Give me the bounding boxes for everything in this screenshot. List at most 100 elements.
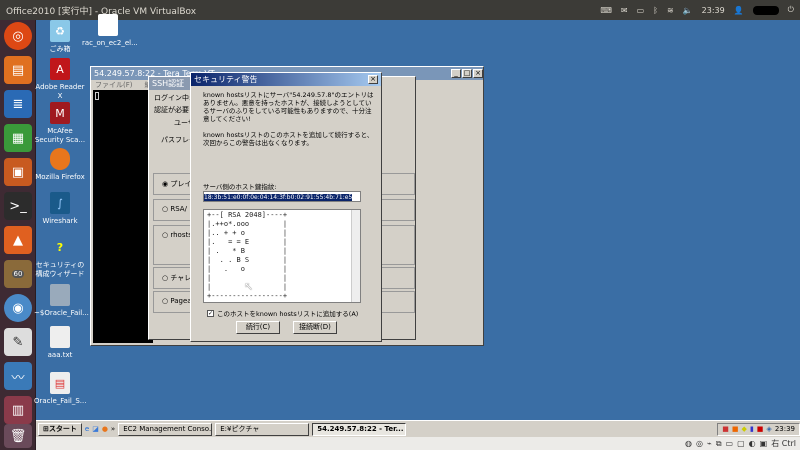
shield-icon[interactable]: ◆ xyxy=(742,425,747,433)
tray-icon[interactable]: ■ xyxy=(732,425,739,433)
wifi-icon[interactable]: ≋ xyxy=(667,6,674,15)
icon-label: Oracle_Fail_S... xyxy=(34,397,87,405)
scrollbar[interactable] xyxy=(351,210,360,302)
icon-label: McAfee Security Sca... xyxy=(34,127,86,144)
icon-label: ~$Oracle_Fail... xyxy=(34,309,89,317)
option-label: チャレ xyxy=(170,274,192,282)
ssh-auth-titlebar[interactable]: SSH認証 xyxy=(149,77,193,90)
virtualbox-icon[interactable]: ▥ xyxy=(4,396,32,424)
fingerprint-field[interactable]: 18:3b:51:e0:0f:0e:04:14:3f:b0:02:91:55:4… xyxy=(203,191,361,202)
desktop-icon-wireshark[interactable]: ∫ Wireshark xyxy=(34,192,86,226)
terminal-icon[interactable]: >_ xyxy=(4,192,32,220)
mouse-integration-icon[interactable]: ◐ xyxy=(749,439,756,448)
security-wizard-icon: ? xyxy=(56,240,64,254)
writer-icon[interactable]: ≣ xyxy=(4,90,32,118)
text-editor-icon[interactable]: ✎ xyxy=(4,328,32,356)
shared-folder-icon[interactable]: ▭ xyxy=(726,439,734,448)
option-label: rhosts xyxy=(170,231,192,239)
mouse-cursor-icon: ↖ xyxy=(244,280,254,293)
login-label: ログイン中: xyxy=(154,94,192,102)
disconnect-button[interactable]: 接続断(D) xyxy=(293,321,337,334)
close-button[interactable]: × xyxy=(368,75,378,84)
desktop-icon-oracle-temp[interactable]: ~$Oracle_Fail... xyxy=(34,284,89,318)
security-warning-dialog: セキュリティ警告 × known hostsリストにサーバ"54.249.57.… xyxy=(190,72,382,342)
adobe-icon[interactable]: ■ xyxy=(757,425,764,433)
continue-button[interactable]: 続行(C) xyxy=(236,321,280,334)
auth-required-label: 認証が必要 xyxy=(154,106,189,114)
keyboard-icon[interactable]: ⌨ xyxy=(600,6,612,15)
close-button[interactable]: × xyxy=(473,69,483,78)
taskbar-item-label: E:¥ピクチャ xyxy=(220,425,260,433)
software-center-icon[interactable]: ▲ xyxy=(4,226,32,254)
cursor xyxy=(95,92,99,100)
start-button[interactable]: ⊞ スタート xyxy=(38,422,82,436)
battery-icon[interactable]: ▮ xyxy=(750,425,754,433)
document-icon xyxy=(98,14,118,36)
add-known-hosts-checkbox[interactable]: ✓ このホストをknown hostsリストに追加する(A) xyxy=(207,308,358,318)
redacted-username xyxy=(752,5,779,15)
calc-icon[interactable]: ▦ xyxy=(4,124,32,152)
taskbar-item-teraterm[interactable]: 54.249.57.8:22 - Ter... xyxy=(312,422,407,436)
icon-label: rac_on_ec2_el... xyxy=(82,39,138,47)
taskbar-item-ec2[interactable]: EC2 Management Conso... xyxy=(118,422,213,436)
checkbox-icon[interactable]: ✓ xyxy=(207,309,214,317)
maximize-button[interactable]: □ xyxy=(462,69,472,78)
terminal-area[interactable] xyxy=(93,90,153,343)
host-key-label: 右 Ctrl xyxy=(771,439,796,448)
update-manager-icon[interactable]: 60 xyxy=(4,260,32,288)
cd-icon[interactable]: ◎ xyxy=(696,439,703,448)
desktop-icon-firefox[interactable]: Mozilla Firefox xyxy=(34,148,86,182)
option-label: プレイ xyxy=(170,180,192,188)
ssh-auth-title: SSH認証 xyxy=(152,79,185,88)
menu-file[interactable]: ファイル(F) xyxy=(95,80,133,90)
tray-icon[interactable]: ■ xyxy=(722,425,729,433)
more-icon[interactable]: » xyxy=(111,425,115,433)
taskbar-item-pictures[interactable]: E:¥ピクチャ xyxy=(215,422,310,436)
desktop-icon-adobe[interactable]: A Adobe Reader X xyxy=(34,58,86,101)
minimize-button[interactable]: _ xyxy=(451,69,461,78)
desktop-icon-security-wizard[interactable]: ? セキュリティの構成ウィザード xyxy=(34,236,86,279)
desktop-icon-aaa-txt[interactable]: aaa.txt xyxy=(34,326,86,360)
fingerprint-value: 18:3b:51:e0:0f:0e:04:14:3f:b0:02:91:55:4… xyxy=(204,194,353,201)
recycle-bin-icon: ♻ xyxy=(50,20,70,42)
ubuntu-launcher: ◎ ▤ ≣ ▦ ▣ >_ ▲ 60 ◉ ✎ 〰 ▥ 🗑 xyxy=(0,20,36,450)
network-icon[interactable]: ◈ xyxy=(766,425,771,433)
clock[interactable]: 23:39 xyxy=(702,6,725,15)
power-icon[interactable]: ⏻ xyxy=(788,5,794,15)
desktop-icon-rac-doc[interactable]: rac_on_ec2_el... xyxy=(82,14,138,48)
icon-label: aaa.txt xyxy=(47,351,73,359)
text-file-icon xyxy=(50,326,70,348)
document-icon: ▤ xyxy=(50,372,70,394)
network-icon[interactable]: ⧉ xyxy=(716,439,722,449)
volume-icon[interactable]: 🔈 xyxy=(683,6,693,15)
outlook-icon[interactable]: ◪ xyxy=(92,425,99,433)
option-label: Pagea xyxy=(170,297,192,305)
ubuntu-dash-icon[interactable]: ◎ xyxy=(4,22,32,50)
desktop-icon-oracle-fail[interactable]: ▤ Oracle_Fail_S... xyxy=(34,372,86,406)
hdd-icon[interactable]: ◍ xyxy=(685,439,692,448)
impress-icon[interactable]: ▣ xyxy=(4,158,32,186)
icon-label: Mozilla Firefox xyxy=(35,173,85,181)
security-warning-titlebar[interactable]: セキュリティ警告 × xyxy=(191,73,381,86)
display-icon[interactable]: ▢ xyxy=(737,439,745,448)
capture-icon[interactable]: ▣ xyxy=(760,439,768,448)
taskbar-clock[interactable]: 23:39 xyxy=(775,425,795,433)
battery-icon[interactable]: ▭ xyxy=(637,6,645,15)
desktop-icon-recycle-bin[interactable]: ♻ ごみ箱 xyxy=(34,20,86,54)
user-icon[interactable]: 👤 xyxy=(734,6,744,15)
checkbox-label: このホストをknown hostsリストに追加する(A) xyxy=(217,310,359,318)
option-label: RSA/ xyxy=(170,205,187,213)
files-icon[interactable]: ▤ xyxy=(4,56,32,84)
ie-icon[interactable]: e xyxy=(85,425,89,433)
chromium-icon[interactable]: ◉ xyxy=(4,294,32,322)
trash-icon[interactable]: 🗑 xyxy=(4,424,32,448)
security-warning-title: セキュリティ警告 xyxy=(194,75,258,84)
randomart-box[interactable]: +--[ RSA 2048]----+ |.++o*.ooo | |.. + +… xyxy=(203,209,361,303)
usb-icon[interactable]: ⌁ xyxy=(707,439,712,448)
system-monitor-icon[interactable]: 〰 xyxy=(4,362,32,390)
firefox-icon[interactable]: ● xyxy=(102,425,108,433)
mail-icon[interactable]: ✉ xyxy=(621,6,628,15)
icon-label: Adobe Reader X xyxy=(35,83,85,100)
desktop-icon-mcafee[interactable]: M McAfee Security Sca... xyxy=(34,102,86,145)
bluetooth-icon[interactable]: ᛒ xyxy=(653,6,658,15)
